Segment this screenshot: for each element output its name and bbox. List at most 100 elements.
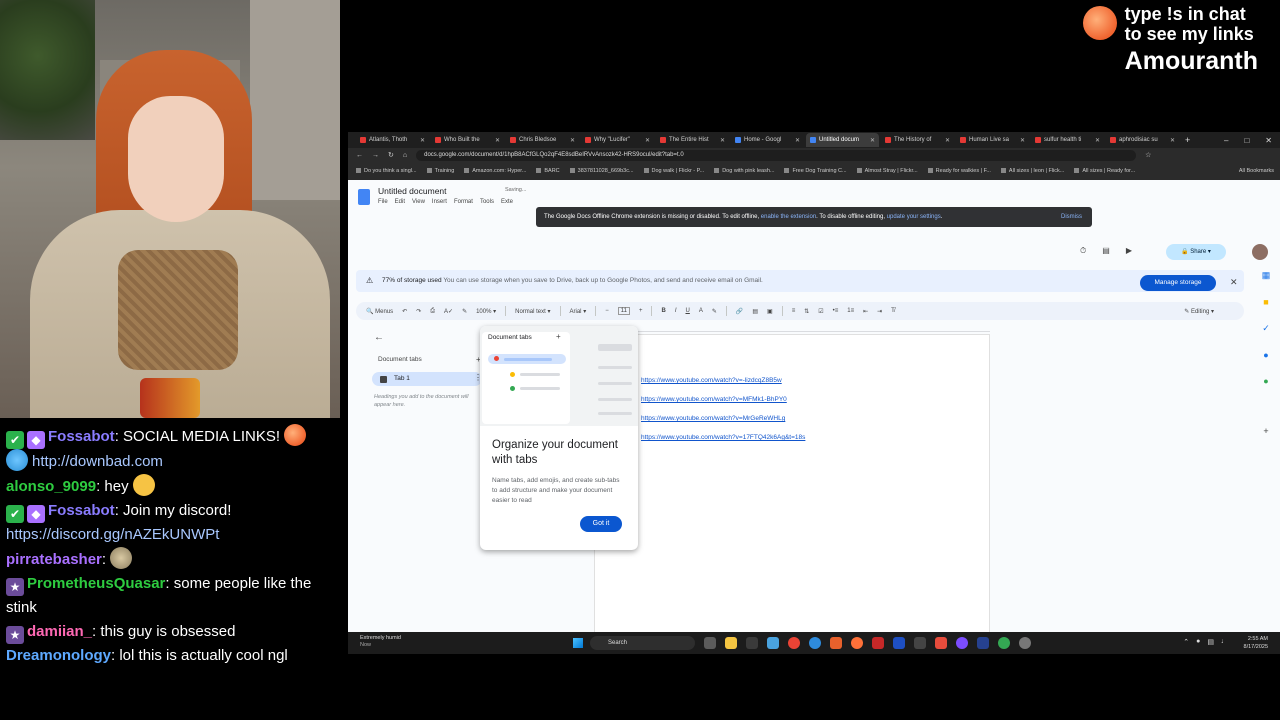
bookmark-item[interactable]: Amazon.com: Hyper...	[464, 168, 526, 174]
discord-icon[interactable]	[956, 637, 968, 649]
back-icon[interactable]: ←	[356, 152, 363, 159]
photoshop-icon[interactable]	[977, 637, 989, 649]
menus-search[interactable]: 🔍 Menus	[366, 308, 393, 315]
bookmark-item[interactable]: All sizes | Ready for...	[1074, 168, 1135, 174]
maximize-icon[interactable]: □	[1244, 136, 1249, 145]
chat-link[interactable]: https://discord.gg/nAZEkUNWPt	[6, 526, 219, 543]
mic-icon[interactable]: ●	[1196, 638, 1200, 646]
enable-extension-link[interactable]: enable the extension	[761, 214, 816, 220]
moderator-badge-icon[interactable]: ✔	[6, 505, 24, 523]
text-color-icon[interactable]: A	[699, 308, 703, 314]
close-window-icon[interactable]: ✕	[1265, 136, 1272, 145]
maps-icon[interactable]: ●	[1263, 376, 1268, 386]
bold-icon[interactable]: B	[661, 308, 665, 314]
comment-icon[interactable]: ▤	[752, 308, 758, 315]
close-tab-icon[interactable]: ✕	[870, 137, 875, 144]
browser-tab[interactable]: aphrodisiac su ✕	[1106, 133, 1179, 147]
browser-tab[interactable]: sulfur health ti ✕	[1031, 133, 1104, 147]
line-spacing-icon[interactable]: ⇅	[804, 308, 809, 315]
share-button[interactable]: 🔒 Share ▾	[1166, 244, 1226, 260]
browser-tab[interactable]: The Entire Hist ✕	[656, 133, 729, 147]
app-icon[interactable]	[767, 637, 779, 649]
tasks-icon[interactable]: ✓	[1262, 323, 1270, 334]
weather-widget[interactable]: Extremely humid Now	[360, 635, 401, 649]
manage-storage-button[interactable]: Manage storage	[1140, 275, 1216, 291]
browser-tab[interactable]: Atlantis, Thoth ✕	[356, 133, 429, 147]
menu-item[interactable]: Tools	[480, 199, 494, 205]
close-tab-icon[interactable]: ✕	[495, 137, 500, 144]
print-icon[interactable]: ⎙	[430, 308, 435, 315]
browser-tab[interactable]: Untitled docum ✕	[806, 133, 879, 147]
browser-tab[interactable]: Chris Bledsoe ✕	[506, 133, 579, 147]
firefox-icon[interactable]	[851, 637, 863, 649]
chat-username[interactable]: alonso_9099	[6, 478, 96, 495]
bullet-list-icon[interactable]: •≡	[833, 308, 839, 314]
bookmark-item[interactable]: Almost Stray | Flickr...	[857, 168, 918, 174]
brave-icon[interactable]	[830, 637, 842, 649]
close-tab-icon[interactable]: ✕	[1020, 137, 1025, 144]
edge-icon[interactable]	[809, 637, 821, 649]
menu-item[interactable]: View	[412, 199, 425, 205]
app-icon[interactable]	[893, 637, 905, 649]
indent-increase-icon[interactable]: ⇥	[877, 308, 882, 315]
bookmark-item[interactable]: Ready for walkies | F...	[928, 168, 991, 174]
browser-tab[interactable]: Why "Lucifer" ✕	[581, 133, 654, 147]
dismiss-button[interactable]: Dismiss	[1061, 207, 1082, 227]
star-icon[interactable]: ☆	[1145, 151, 1151, 159]
all-bookmarks-button[interactable]: All Bookmarks	[1239, 168, 1280, 174]
editing-mode-select[interactable]: ✎ Editing ▾	[1184, 308, 1214, 315]
ruler[interactable]	[594, 326, 990, 332]
close-tab-icon[interactable]: ✕	[645, 137, 650, 144]
docs-logo-icon[interactable]	[358, 189, 370, 205]
add-addon-icon[interactable]: +	[1263, 426, 1268, 436]
settings-gear-icon[interactable]	[1019, 637, 1031, 649]
bookmark-item[interactable]: Free Dog Training C...	[784, 168, 846, 174]
app-icon[interactable]	[935, 637, 947, 649]
network-icon[interactable]: ▤	[1207, 638, 1214, 646]
menu-item[interactable]: Exte	[501, 199, 513, 205]
menu-item[interactable]: Insert	[432, 199, 447, 205]
font-size-increase[interactable]: +	[639, 308, 643, 314]
opera-icon[interactable]	[872, 637, 884, 649]
store-icon[interactable]	[746, 637, 758, 649]
home-icon[interactable]: ⌂	[403, 152, 407, 159]
underline-icon[interactable]: U	[686, 308, 690, 314]
got-it-button[interactable]: Got it	[580, 516, 622, 532]
comments-icon[interactable]: ▤	[1102, 246, 1110, 256]
contacts-icon[interactable]: ●	[1263, 350, 1268, 360]
vip-badge-icon[interactable]: ◆	[27, 431, 45, 449]
document-link[interactable]: https://www.youtube.com/watch?v=17FTQ42k…	[641, 434, 805, 441]
document-title[interactable]: Untitled document	[378, 186, 447, 196]
chevron-up-icon[interactable]: ⌃	[1183, 638, 1189, 646]
bookmark-item[interactable]: BARC	[536, 168, 559, 174]
browser-tab[interactable]: The History of ✕	[881, 133, 954, 147]
image-icon[interactable]: ▣	[767, 308, 773, 315]
browser-tab[interactable]: Home - Googl ✕	[731, 133, 804, 147]
zoom-select[interactable]: 100% ▾	[476, 308, 496, 315]
menu-item[interactable]: Format	[454, 199, 473, 205]
style-select[interactable]: Normal text ▾	[515, 308, 550, 315]
link-icon[interactable]: 🔗	[736, 308, 743, 315]
indent-decrease-icon[interactable]: ⇤	[863, 308, 868, 315]
close-tab-icon[interactable]: ✕	[1170, 137, 1175, 144]
font-size-field[interactable]: 11	[617, 307, 630, 315]
clear-formatting-icon[interactable]: T̸	[891, 308, 895, 314]
document-link[interactable]: https://www.youtube.com/watch?v=-lizdcqZ…	[641, 377, 782, 384]
chat-username[interactable]: Fossabot	[48, 502, 115, 519]
history-icon[interactable]: ⏱	[1080, 246, 1086, 256]
document-page[interactable]: https://www.youtube.com/watch?v=-lizdcqZ…	[594, 334, 990, 634]
keep-icon[interactable]: ■	[1263, 297, 1268, 307]
bookmark-item[interactable]: Do you think a singl...	[356, 168, 417, 174]
bookmark-item[interactable]: All sizes | leon | Flick...	[1001, 168, 1064, 174]
avatar[interactable]	[1252, 244, 1268, 260]
font-select[interactable]: Arial ▾	[570, 308, 587, 315]
undo-icon[interactable]: ↶	[402, 308, 407, 315]
minimize-icon[interactable]: –	[1224, 136, 1228, 145]
moderator-badge-icon[interactable]: ✔	[6, 431, 24, 449]
forward-icon[interactable]: →	[372, 152, 379, 159]
chat-username[interactable]: damiian_	[27, 623, 92, 640]
chat-username[interactable]: Fossabot	[48, 428, 115, 445]
taskbar-clock[interactable]: 2:55 AM 8/17/2025	[1244, 635, 1268, 651]
chrome-icon[interactable]	[998, 637, 1010, 649]
browser-tab[interactable]: Who Built the ✕	[431, 133, 504, 147]
